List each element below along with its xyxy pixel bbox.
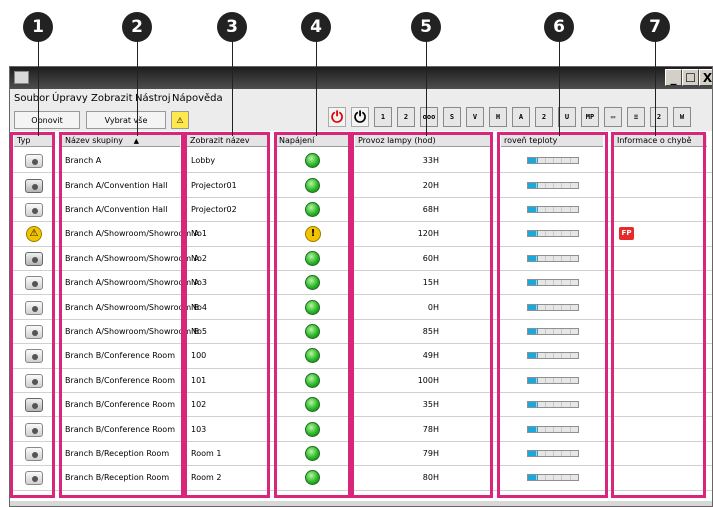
highlight-type-column bbox=[10, 132, 55, 498]
highlight-power-column bbox=[274, 132, 351, 498]
callout-pointer-1 bbox=[38, 40, 39, 136]
callout-pointer-3 bbox=[232, 40, 233, 136]
more-icon[interactable]: ooo bbox=[420, 107, 438, 127]
callout-3: 3 bbox=[217, 12, 247, 42]
mp-icon[interactable]: MP bbox=[581, 107, 599, 127]
callout-pointer-7 bbox=[655, 40, 656, 136]
menu-view[interactable]: Zobrazit bbox=[91, 93, 133, 104]
lan-icon[interactable]: ≡ bbox=[627, 107, 645, 127]
hdmi-icon[interactable]: H bbox=[489, 107, 507, 127]
menu-bar: Soubor Úpravy Zobrazit Nástroj Nápověda bbox=[10, 90, 712, 108]
highlight-group-column bbox=[59, 132, 184, 498]
select-all-button[interactable]: Vybrat vše bbox=[86, 111, 166, 129]
highlight-error-column bbox=[611, 132, 706, 498]
warning-icon[interactable]: ⚠ bbox=[171, 111, 189, 129]
usb-icon[interactable]: U bbox=[558, 107, 576, 127]
menu-file[interactable]: Soubor bbox=[14, 93, 49, 104]
highlight-name-column bbox=[184, 132, 270, 498]
network-2-icon[interactable]: 2 bbox=[535, 107, 553, 127]
source-2-icon[interactable]: 2 bbox=[397, 107, 415, 127]
callout-pointer-6 bbox=[559, 40, 560, 136]
callout-pointer-2 bbox=[137, 40, 138, 136]
menu-help[interactable]: Nápověda bbox=[172, 93, 223, 104]
power-off-icon[interactable]: ⏻ bbox=[351, 107, 369, 127]
callout-pointer-4 bbox=[316, 40, 317, 136]
minimize-button[interactable]: _ bbox=[665, 69, 682, 86]
menu-edit[interactable]: Úpravy bbox=[52, 93, 88, 104]
menu-tools[interactable]: Nástroj bbox=[135, 93, 171, 104]
title-bar: _ ☐ X bbox=[10, 67, 712, 89]
close-button[interactable]: X bbox=[699, 69, 712, 86]
s-icon[interactable]: S bbox=[443, 107, 461, 127]
power-on-icon[interactable]: ⏻ bbox=[328, 107, 346, 127]
callout-2: 2 bbox=[122, 12, 152, 42]
callout-1: 1 bbox=[23, 12, 53, 42]
monitor-icon[interactable]: ▭ bbox=[604, 107, 622, 127]
maximize-button[interactable]: ☐ bbox=[682, 69, 699, 86]
horizontal-scrollbar[interactable] bbox=[10, 501, 712, 506]
source-1-icon[interactable]: 1 bbox=[374, 107, 392, 127]
video-icon[interactable]: V bbox=[466, 107, 484, 127]
refresh-button[interactable]: Obnovit bbox=[14, 111, 80, 129]
callout-4: 4 bbox=[301, 12, 331, 42]
callout-7: 7 bbox=[640, 12, 670, 42]
callout-pointer-5 bbox=[426, 40, 427, 136]
a-v-mute-icon[interactable]: A bbox=[512, 107, 530, 127]
highlight-temp-column bbox=[497, 132, 608, 498]
app-icon bbox=[14, 71, 29, 84]
highlight-lamp-column bbox=[351, 132, 493, 498]
callout-6: 6 bbox=[544, 12, 574, 42]
usb-display-icon[interactable]: 2 bbox=[650, 107, 668, 127]
callout-5: 5 bbox=[411, 12, 441, 42]
wireless-icon[interactable]: W bbox=[673, 107, 691, 127]
